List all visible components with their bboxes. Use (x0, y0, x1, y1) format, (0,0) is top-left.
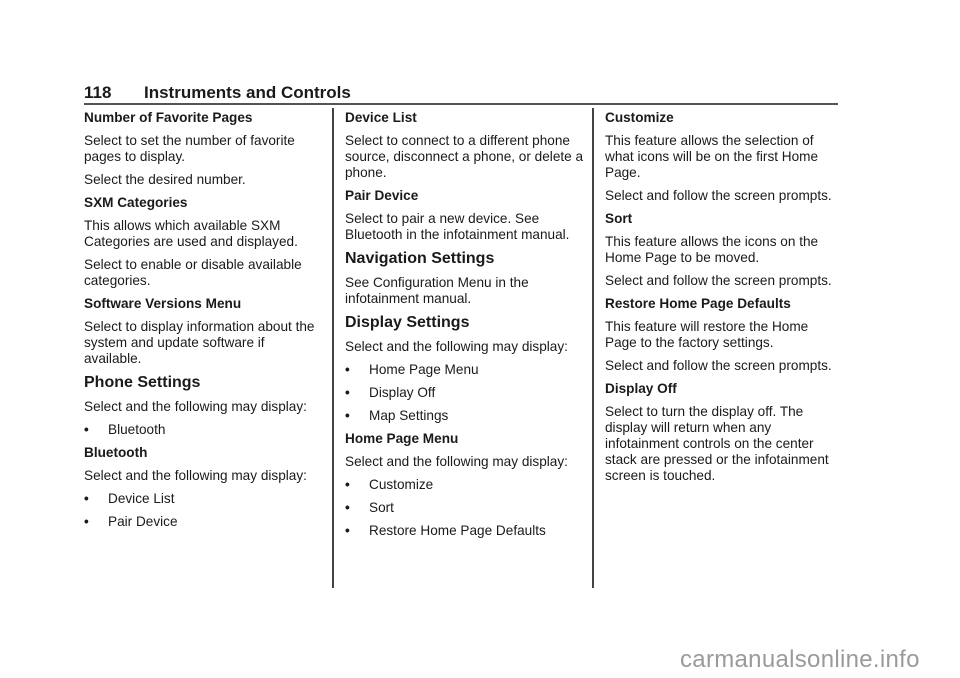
subsection-heading: Number of Favorite Pages (84, 110, 253, 125)
bullet-icon: • (345, 477, 350, 492)
list-item-text: Restore Home Page Defaults (369, 523, 546, 538)
list-item: • Display Off (345, 385, 585, 401)
section-heading: Display Settings (345, 314, 470, 331)
bullet-icon: • (345, 408, 350, 423)
paragraph: Select to display information about the … (84, 319, 315, 366)
paragraph: Select to pair a new device. See Bluetoo… (345, 211, 570, 242)
paragraph: This feature will restore the Home Page … (605, 319, 809, 350)
paragraph: Select to connect to a different phone s… (345, 133, 584, 180)
list-item-text: Display Off (369, 385, 436, 400)
list-item: • Pair Device (84, 514, 324, 530)
paragraph: Select and the following may display: (345, 454, 568, 469)
list-item: • Bluetooth (84, 422, 324, 438)
paragraph: Select and the following may display: (345, 339, 568, 354)
paragraph: Select and follow the screen prompts. (605, 188, 832, 203)
list-item: • Restore Home Page Defaults (345, 523, 585, 539)
section-heading: Phone Settings (84, 374, 201, 391)
column-divider (332, 108, 334, 588)
paragraph: Select the desired number. (84, 172, 246, 187)
subsection-heading: Home Page Menu (345, 431, 459, 446)
subsection-heading: SXM Categories (84, 195, 188, 210)
header-rule (84, 103, 838, 105)
column-divider (592, 108, 594, 588)
paragraph: Select and follow the screen prompts. (605, 358, 832, 373)
page-number: 118 (84, 83, 112, 102)
bullet-icon: • (84, 514, 89, 529)
paragraph: This feature allows the selection of wha… (605, 133, 819, 180)
list-item: • Map Settings (345, 408, 585, 424)
column-2: Device List Select to connect to a differ… (345, 110, 585, 546)
watermark[interactable]: carmanualsonline.info (680, 646, 920, 674)
subsection-heading: Sort (605, 211, 633, 226)
page-header: 118 Instruments and Controls (84, 83, 838, 103)
list-item: • Customize (345, 477, 585, 493)
list-item-text: Bluetooth (108, 422, 166, 437)
column-3: Customize This feature allows the selecti… (605, 110, 840, 491)
column-1: Number of Favorite Pages Select to set th… (84, 110, 324, 537)
bullet-icon: • (84, 422, 89, 437)
paragraph: Select to turn the display off. The disp… (605, 404, 829, 483)
list-item-text: Pair Device (108, 514, 178, 529)
subsection-heading: Device List (345, 110, 417, 125)
subsection-heading: Software Versions Menu (84, 296, 242, 311)
list-item-text: Customize (369, 477, 434, 492)
list-item: • Home Page Menu (345, 362, 585, 378)
section-heading: Navigation Settings (345, 250, 495, 267)
list-item-text: Sort (369, 500, 394, 515)
paragraph: See Configuration Menu in the infotainme… (345, 275, 529, 306)
list-item-text: Map Settings (369, 408, 449, 423)
paragraph: This feature allows the icons on the Hom… (605, 234, 819, 265)
bullet-icon: • (345, 500, 350, 515)
section-title: Instruments and Controls (144, 83, 351, 102)
subsection-heading: Display Off (605, 381, 677, 396)
subsection-heading: Bluetooth (84, 445, 148, 460)
bullet-icon: • (345, 523, 350, 538)
bullet-icon: • (84, 491, 89, 506)
paragraph: Select to enable or disable available ca… (84, 257, 302, 288)
subsection-heading: Restore Home Page Defaults (605, 296, 791, 311)
list-item-text: Home Page Menu (369, 362, 479, 377)
subsection-heading: Pair Device (345, 188, 419, 203)
list-item-text: Device List (108, 491, 175, 506)
paragraph: Select to set the number of favorite pag… (84, 133, 295, 164)
paragraph: Select and the following may display: (84, 399, 307, 414)
bullet-icon: • (345, 385, 350, 400)
subsection-heading: Customize (605, 110, 674, 125)
paragraph: Select and follow the screen prompts. (605, 273, 832, 288)
list-item: • Device List (84, 491, 324, 507)
paragraph: This allows which available SXM Categori… (84, 218, 298, 249)
paragraph: Select and the following may display: (84, 468, 307, 483)
bullet-icon: • (345, 362, 350, 377)
list-item: • Sort (345, 500, 585, 516)
